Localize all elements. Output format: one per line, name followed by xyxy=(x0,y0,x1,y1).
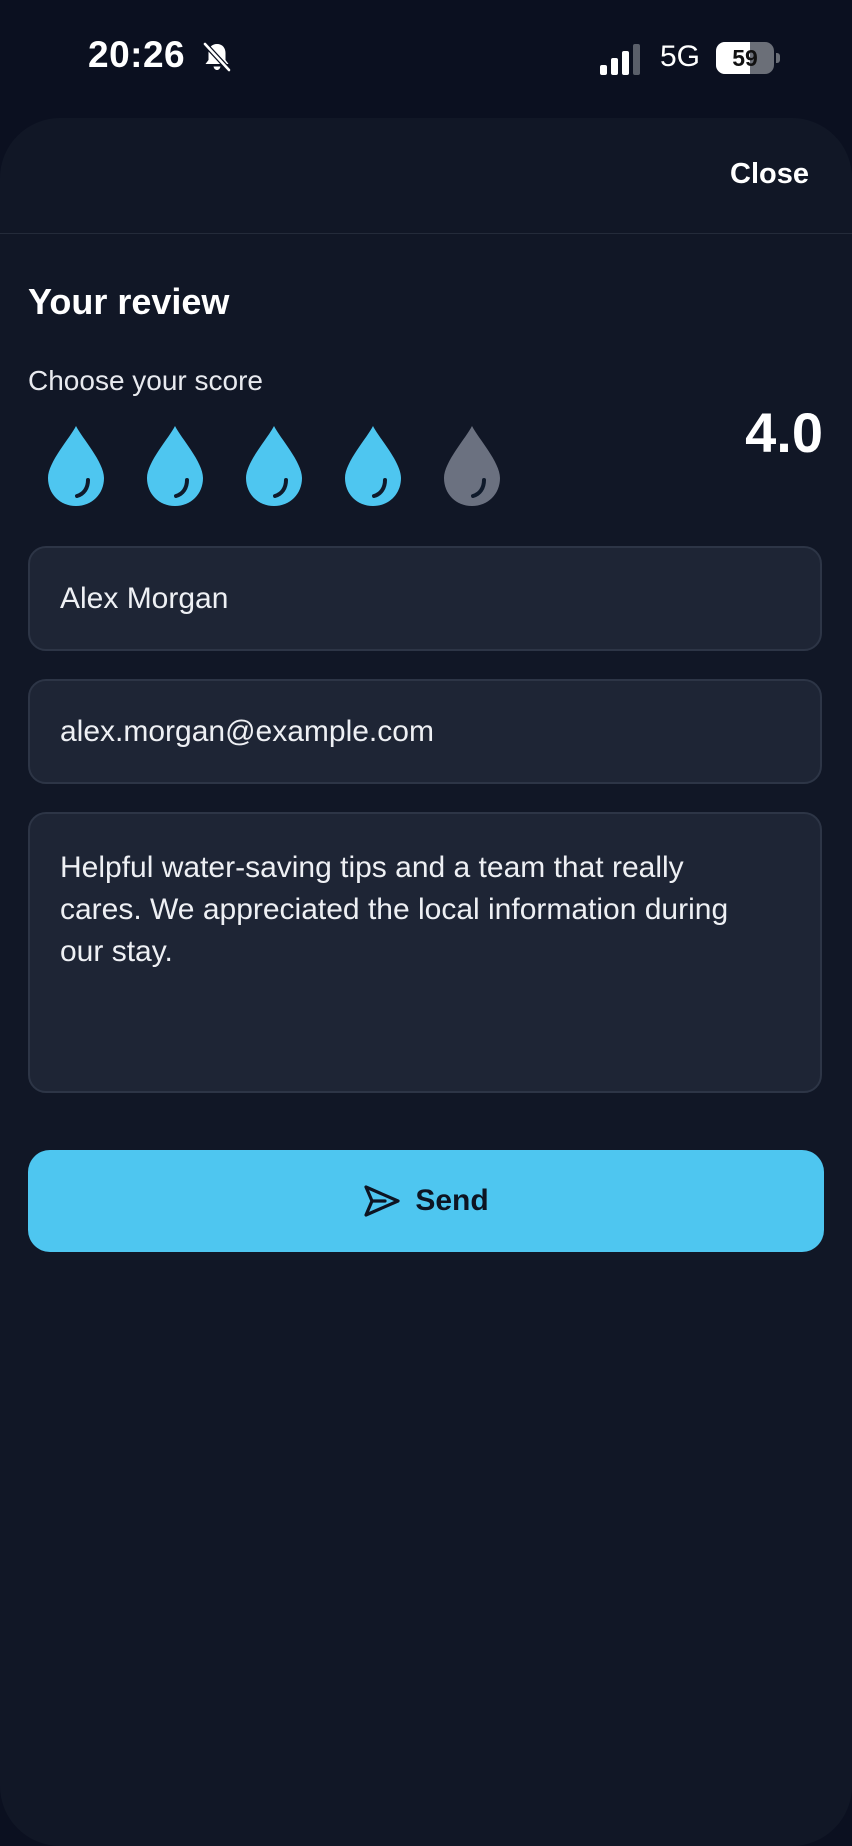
rating-selector[interactable] xyxy=(44,424,524,514)
email-field[interactable]: alex.morgan@example.com xyxy=(28,679,822,784)
page-title: Your review xyxy=(28,281,230,322)
review-sheet: Close Your review Choose your score 4.0 … xyxy=(0,118,852,1846)
email-input-value: alex.morgan@example.com xyxy=(60,714,434,748)
score-label: Choose your score xyxy=(28,365,264,396)
status-time: 20:26 xyxy=(88,34,186,75)
cellular-signal-icon xyxy=(600,44,640,75)
name-input-value: Alex Morgan xyxy=(60,581,229,615)
water-drop-icon[interactable] xyxy=(44,424,108,508)
score-value: 4.0 xyxy=(745,401,823,464)
paper-plane-icon xyxy=(364,1185,400,1217)
name-field[interactable]: Alex Morgan xyxy=(28,546,822,651)
battery-percent: 59 xyxy=(732,45,758,71)
send-button-label: Send xyxy=(415,1184,489,1217)
water-drop-icon[interactable] xyxy=(341,424,405,508)
bell-slash-icon xyxy=(202,41,232,73)
water-drop-icon[interactable] xyxy=(440,424,504,508)
send-button[interactable]: Send xyxy=(28,1150,824,1252)
water-drop-icon[interactable] xyxy=(242,424,306,508)
water-drop-icon[interactable] xyxy=(143,424,207,508)
network-type: 5G xyxy=(660,40,701,73)
status-bar: 20:26 5G 59 xyxy=(0,0,852,110)
battery-indicator: 59 xyxy=(716,42,780,74)
sheet-header: Close xyxy=(0,118,852,234)
review-textarea[interactable]: Helpful water-saving tips and a team tha… xyxy=(28,812,822,1093)
close-button[interactable]: Close xyxy=(730,158,809,191)
review-text-value: Helpful water-saving tips and a team tha… xyxy=(60,851,729,968)
